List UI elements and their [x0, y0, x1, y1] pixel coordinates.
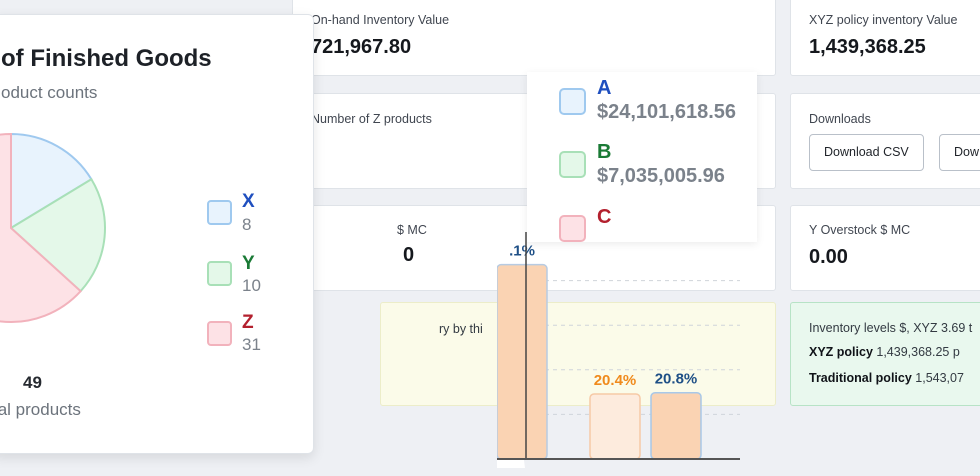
onhand-inventory-value: 721,967.80: [311, 36, 412, 58]
legend-a-value: $24,101,618.56: [597, 101, 737, 123]
xyz-policy-line: XYZ policy 1,439,368.25 p: [809, 345, 960, 359]
legend-y-swatch: [207, 261, 232, 286]
download-csv-button[interactable]: Download CSV: [809, 134, 924, 171]
bar-label-2: 20.8%: [655, 371, 698, 388]
legend-z-swatch: [207, 321, 232, 346]
inventory-levels-card: Inventory levels $, XYZ 3.69 t XYZ polic…: [790, 302, 980, 406]
legend-c-label: C: [597, 206, 612, 228]
legend-y-label: Y: [242, 253, 255, 274]
downloads-card: Downloads Download CSV Dow: [790, 93, 980, 189]
legend-a-swatch: [559, 88, 586, 115]
y-overstock-label: Y Overstock $ MC: [809, 223, 911, 237]
legend-y-count: 10: [242, 276, 261, 295]
xyz-policy-card: XYZ policy inventory Value 1,439,368.25: [790, 0, 980, 76]
traditional-policy-line: Traditional policy 1,543,07: [809, 371, 964, 385]
bar-1: [589, 393, 641, 460]
bar-2: [650, 391, 702, 460]
legend-b-label: B: [597, 141, 612, 163]
legend-x-count: 8: [242, 215, 252, 234]
legend-x-label: X: [242, 191, 255, 212]
xyz-policy-line-label: XYZ policy: [809, 345, 873, 359]
onhand-inventory-card: On-hand Inventory Value 721,967.80: [292, 0, 776, 76]
pie-title: of Finished Goods: [1, 45, 212, 72]
pie-chart: [0, 133, 106, 323]
legend-x-swatch: [207, 200, 232, 225]
mc-value: 0: [403, 244, 415, 266]
legend-b-swatch: [559, 151, 586, 178]
pie-total-label: tal products: [0, 400, 81, 419]
onhand-inventory-label: On-hand Inventory Value: [311, 13, 450, 27]
pie-total-value: 49: [23, 373, 42, 392]
traditional-policy-line-value: 1,543,07: [911, 371, 964, 385]
bar-label-1: 20.4%: [594, 372, 637, 389]
bar-chart-panel: .1% 20.4% 20.8%: [497, 232, 740, 468]
inventory-note-text: ry by thi: [439, 322, 483, 336]
downloads-label: Downloads: [809, 112, 871, 126]
xyz-policy-label: XYZ policy inventory Value: [809, 13, 958, 27]
traditional-policy-line-label: Traditional policy: [809, 371, 912, 385]
dashboard-screenshot: On-hand Inventory Value 721,967.80 XYZ p…: [0, 0, 980, 476]
xyz-policy-value: 1,439,368.25: [809, 36, 926, 58]
bar-label-0: .1%: [509, 243, 535, 260]
legend-z-count: 31: [242, 335, 261, 354]
bar-0: [497, 263, 548, 460]
z-products-label: Number of Z products: [311, 112, 432, 126]
legend-a-label: A: [597, 77, 612, 99]
bar-chart: .1% 20.4% 20.8%: [497, 232, 740, 468]
y-overstock-value: 0.00: [809, 246, 848, 268]
inventory-levels-text: Inventory levels $, XYZ 3.69 t: [809, 321, 973, 335]
legend-b-value: $7,035,005.96: [597, 165, 725, 187]
pie-subtitle: oduct counts: [1, 83, 98, 102]
legend-z-label: Z: [242, 312, 254, 333]
mc-label: $ MC: [397, 223, 427, 237]
finished-goods-pie-card: of Finished Goods oduct counts X 8 Y 10 …: [0, 14, 314, 454]
y-overstock-card: Y Overstock $ MC 0.00: [790, 205, 980, 291]
xyz-policy-line-value: 1,439,368.25 p: [872, 345, 960, 359]
abc-legend-panel: A $24,101,618.56 B $7,035,005.96 C: [527, 72, 757, 242]
download-second-button[interactable]: Dow: [939, 134, 980, 171]
